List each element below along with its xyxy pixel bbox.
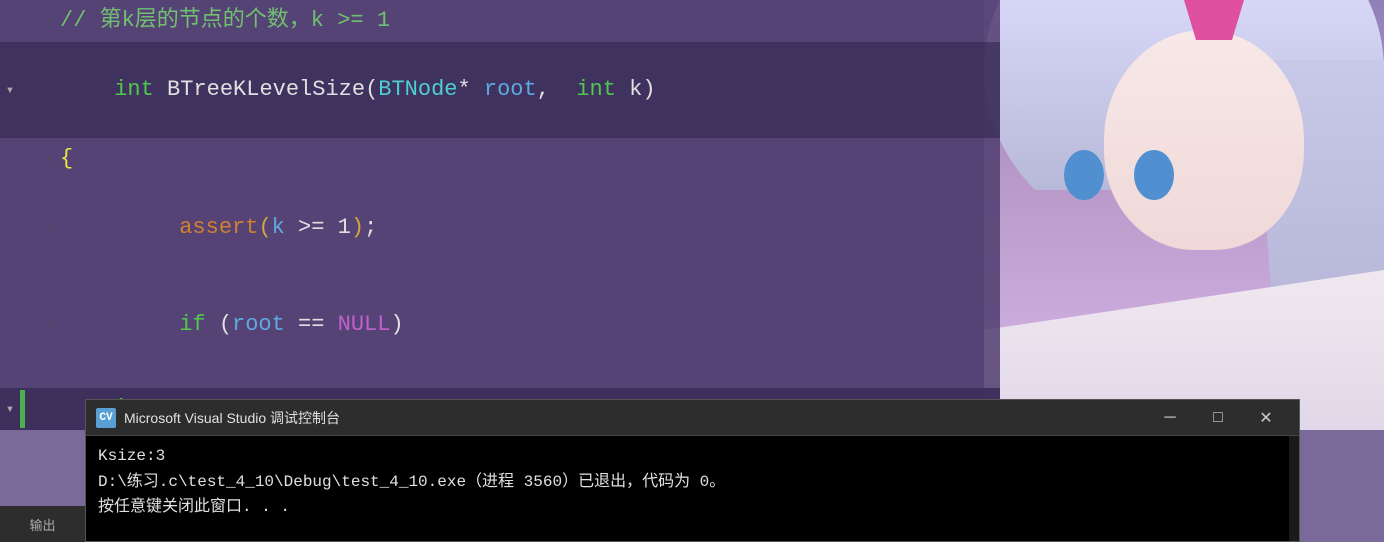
code-line-5: if (root == NULL) — [0, 277, 1000, 373]
line-number-1 — [20, 19, 50, 23]
line-number-4 — [20, 227, 50, 231]
code-text-3: { — [50, 144, 1000, 175]
anime-face — [1104, 30, 1304, 250]
code-line-2: ▾ int BTreeKLevelSize(BTNode* root, int … — [0, 42, 1000, 138]
param-root: root — [484, 77, 537, 102]
console-maximize-button[interactable]: □ — [1195, 400, 1241, 436]
console-window-buttons: ─ □ ✕ — [1147, 400, 1289, 436]
assert-k: k — [272, 215, 285, 240]
func-open: BTreeKLevelSize( — [154, 77, 378, 102]
code-text-2: int BTreeKLevelSize(BTNode* root, int k) — [25, 44, 1000, 136]
code-line-1: // 第k层的节点的个数，k >= 1 — [0, 0, 1000, 42]
console-line-1: Ksize:3 — [98, 444, 1287, 470]
anime-eye-left — [1064, 150, 1104, 200]
ptr-star: * — [457, 77, 483, 102]
assert-op: >= — [285, 215, 338, 240]
if-cp: ) — [390, 312, 403, 337]
console-title: Microsoft Visual Studio 调试控制台 — [124, 408, 1147, 428]
console-minimize-button[interactable]: ─ — [1147, 400, 1193, 436]
code-text-4: assert(k >= 1); — [50, 182, 1000, 274]
console-body[interactable]: Ksize:3 D:\练习.c\test_4_10\Debug\test_4_1… — [86, 436, 1299, 541]
code-text-1: // 第k层的节点的个数，k >= 1 — [50, 6, 1000, 37]
console-scrollbar[interactable] — [1289, 436, 1299, 541]
console-window: CV Microsoft Visual Studio 调试控制台 ─ □ ✕ K… — [85, 399, 1300, 542]
console-output: Ksize:3 D:\练习.c\test_4_10\Debug\test_4_1… — [98, 444, 1287, 521]
console-titlebar: CV Microsoft Visual Studio 调试控制台 ─ □ ✕ — [86, 400, 1299, 436]
code-line-4: assert(k >= 1); — [0, 180, 1000, 276]
anime-background — [984, 0, 1384, 430]
if-null: NULL — [338, 312, 391, 337]
if-kw: if — [179, 312, 205, 337]
keyword-int2: int — [576, 77, 616, 102]
assert-paren-close: ) — [351, 215, 364, 240]
status-bar: 输出 — [0, 506, 85, 542]
line-number-3 — [20, 157, 50, 161]
if-root: root — [232, 312, 285, 337]
comma: , — [537, 77, 577, 102]
assert-semi: ; — [364, 215, 377, 240]
status-text: 输出 — [29, 515, 55, 534]
code-line-3: { — [0, 138, 1000, 180]
keyword-int: int — [114, 77, 154, 102]
if-eq: == — [285, 312, 338, 337]
console-line-2: D:\练习.c\test_4_10\Debug\test_4_10.exe（进程… — [98, 470, 1287, 496]
anime-eye-right — [1134, 150, 1174, 200]
console-close-button[interactable]: ✕ — [1243, 400, 1289, 436]
if-sp: ( — [206, 312, 232, 337]
assert-paren-open: ( — [258, 215, 271, 240]
assert-num: 1 — [338, 215, 351, 240]
param-k: k) — [616, 77, 656, 102]
line-number-5 — [20, 323, 50, 327]
code-text-5: if (root == NULL) — [50, 279, 1000, 371]
assert-keyword: assert — [179, 215, 258, 240]
console-app-icon: CV — [96, 408, 116, 428]
bottom-collapse[interactable]: ▾ — [0, 401, 20, 418]
type-btnode: BTNode — [378, 77, 457, 102]
gutter-collapse-2[interactable]: ▾ — [0, 82, 20, 99]
console-line-3: 按任意键关闭此窗口. . . — [98, 495, 1287, 521]
